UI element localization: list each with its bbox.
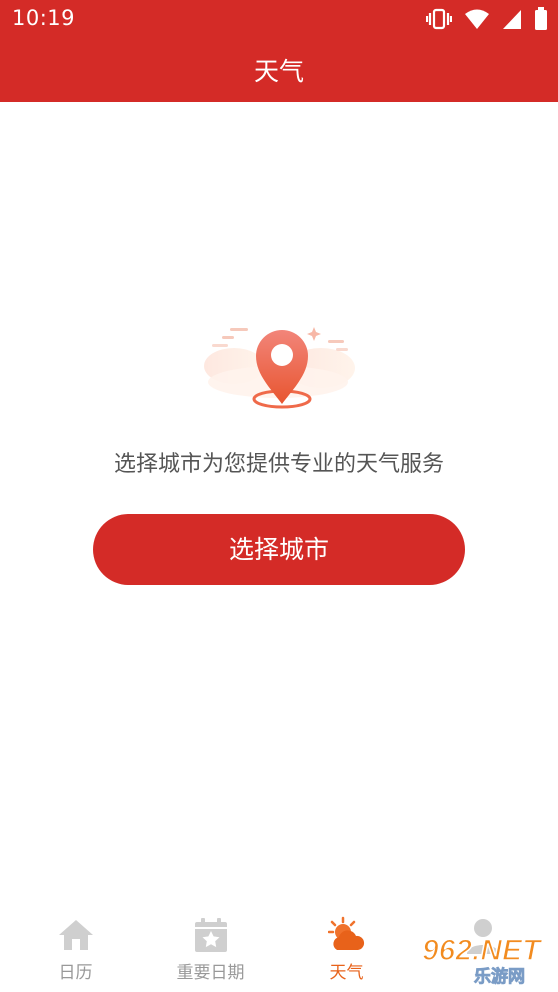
tab-calendar[interactable]: 日历 bbox=[6, 906, 145, 992]
tab-weather-label: 天气 bbox=[329, 963, 364, 983]
status-icons bbox=[426, 7, 548, 31]
tab-important-dates-label: 重要日期 bbox=[176, 963, 245, 983]
weather-icon bbox=[327, 916, 366, 954]
battery-icon bbox=[534, 7, 548, 31]
tab-calendar-label: 日历 bbox=[58, 963, 93, 983]
calendar-star-icon bbox=[192, 916, 230, 954]
app-header: 10:19 天气 bbox=[0, 0, 558, 102]
svg-text:乐游网: 乐游网 bbox=[474, 966, 525, 987]
location-pin-illustration bbox=[196, 318, 362, 418]
home-icon bbox=[57, 916, 95, 954]
tab-important-dates[interactable]: 重要日期 bbox=[141, 906, 280, 992]
status-time: 10:19 bbox=[12, 6, 76, 30]
signal-icon bbox=[502, 8, 522, 30]
vibrate-icon bbox=[426, 8, 452, 30]
page-title: 天气 bbox=[253, 57, 304, 86]
wifi-icon bbox=[464, 8, 490, 30]
weather-screen: 10:19 天气 选择城市为您提供专业的天气服务 选择城市 日历 重要日期 天气… bbox=[0, 0, 558, 992]
watermark-logo: 962.NET 乐游网 bbox=[414, 924, 554, 988]
status-bar: 10:19 bbox=[0, 0, 558, 38]
empty-state-message: 选择城市为您提供专业的天气服务 bbox=[113, 452, 444, 477]
select-city-button[interactable]: 选择城市 bbox=[93, 514, 465, 585]
svg-text:962.NET: 962.NET bbox=[422, 934, 543, 967]
tab-weather[interactable]: 天气 bbox=[277, 906, 416, 992]
